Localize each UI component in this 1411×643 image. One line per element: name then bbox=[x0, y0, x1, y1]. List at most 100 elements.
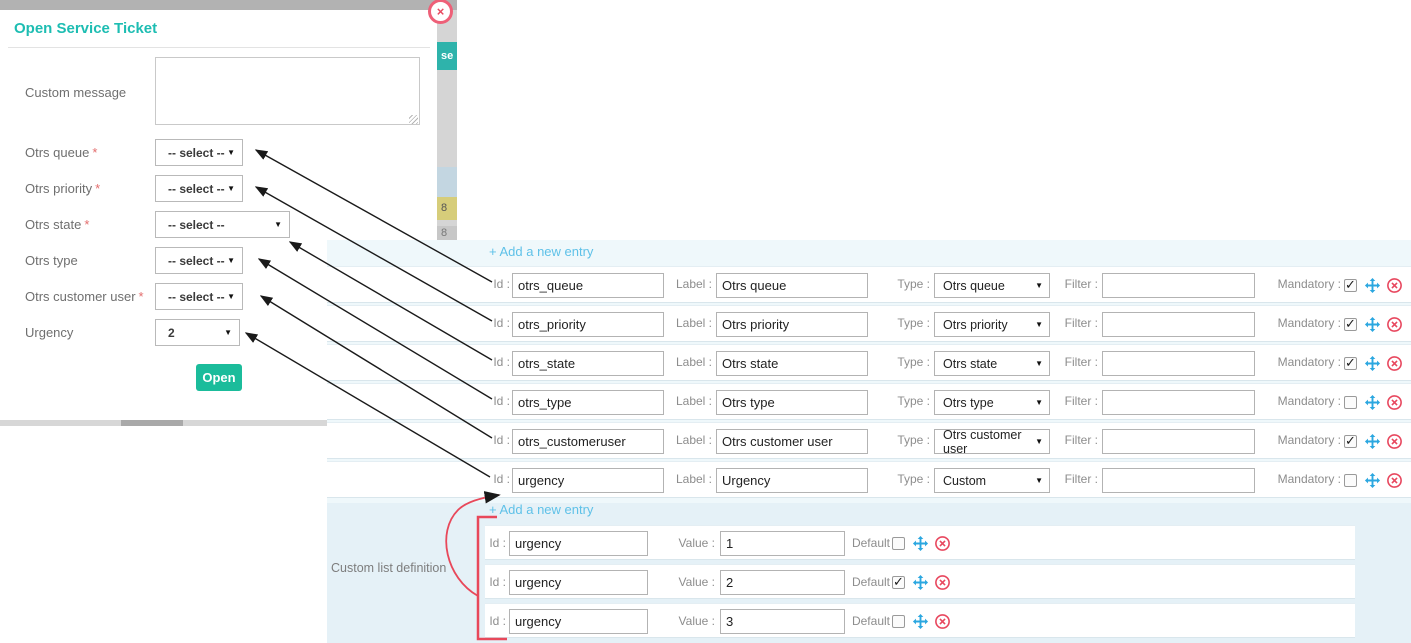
add-entry-link[interactable]: + Add a new entry bbox=[489, 244, 593, 259]
urgency-select[interactable]: 2▼ bbox=[155, 319, 240, 346]
field-label: Label : bbox=[668, 423, 712, 458]
delete-button[interactable] bbox=[1386, 472, 1403, 489]
checkbox[interactable] bbox=[892, 615, 905, 628]
field-label: Mandatory : bbox=[1263, 384, 1341, 419]
delete-button[interactable] bbox=[934, 613, 951, 630]
add-entry-link[interactable]: + Add a new entry bbox=[489, 502, 593, 517]
text-input[interactable] bbox=[716, 468, 868, 493]
background-table-cell bbox=[437, 167, 457, 197]
type-select[interactable]: Otrs type▼ bbox=[934, 390, 1050, 415]
checkbox[interactable] bbox=[892, 537, 905, 550]
otrs-type-select[interactable]: -- select --▼ bbox=[155, 247, 243, 274]
otrs-customer-user-select[interactable]: -- select --▼ bbox=[155, 283, 243, 310]
delete-button[interactable] bbox=[1386, 433, 1403, 450]
move-button[interactable] bbox=[1364, 394, 1381, 411]
text-input[interactable] bbox=[1102, 273, 1255, 298]
text-input[interactable] bbox=[512, 429, 664, 454]
type-select[interactable]: Otrs priority▼ bbox=[934, 312, 1050, 337]
required-asterisk: * bbox=[84, 217, 89, 232]
text-input[interactable] bbox=[512, 390, 664, 415]
field-label: Type : bbox=[890, 345, 930, 380]
checkbox[interactable] bbox=[1344, 396, 1357, 409]
text-input[interactable] bbox=[716, 273, 868, 298]
text-input[interactable] bbox=[509, 609, 648, 634]
move-button[interactable] bbox=[1364, 355, 1381, 372]
move-button[interactable] bbox=[1364, 316, 1381, 333]
text-input[interactable] bbox=[512, 312, 664, 337]
text-input[interactable] bbox=[716, 429, 868, 454]
delete-button[interactable] bbox=[1386, 355, 1403, 372]
move-button[interactable] bbox=[912, 535, 929, 552]
text-input[interactable] bbox=[512, 468, 664, 493]
chevron-down-icon: ▼ bbox=[227, 256, 235, 265]
open-button[interactable]: Open bbox=[196, 364, 242, 391]
chevron-down-icon: ▼ bbox=[1035, 398, 1043, 407]
field-label: Id : bbox=[486, 267, 510, 302]
field-label: Type : bbox=[890, 267, 930, 302]
chevron-down-icon: ▼ bbox=[1035, 359, 1043, 368]
otrs-type-label: Otrs type bbox=[25, 253, 78, 268]
move-icon bbox=[1364, 277, 1381, 294]
checkbox[interactable]: ✓ bbox=[1344, 435, 1357, 448]
text-input[interactable] bbox=[512, 273, 664, 298]
text-input[interactable] bbox=[509, 531, 648, 556]
field-label: Id : bbox=[488, 526, 506, 561]
field-label: Value : bbox=[673, 526, 715, 561]
field-label: Filter : bbox=[1056, 345, 1098, 380]
field-label: Filter : bbox=[1056, 423, 1098, 458]
delete-button[interactable] bbox=[1386, 277, 1403, 294]
text-input[interactable] bbox=[509, 570, 648, 595]
text-input[interactable] bbox=[1102, 429, 1255, 454]
text-input[interactable] bbox=[716, 312, 868, 337]
required-asterisk: * bbox=[92, 145, 97, 160]
field-label: Filter : bbox=[1056, 384, 1098, 419]
type-select[interactable]: Otrs queue▼ bbox=[934, 273, 1050, 298]
custom-list-row: Id :Value :Default : bbox=[485, 603, 1355, 638]
custom-message-textarea[interactable] bbox=[155, 57, 420, 125]
move-button[interactable] bbox=[1364, 472, 1381, 489]
type-select[interactable]: Custom▼ bbox=[934, 468, 1050, 493]
text-input[interactable] bbox=[1102, 390, 1255, 415]
move-button[interactable] bbox=[912, 574, 929, 591]
text-input[interactable] bbox=[1102, 312, 1255, 337]
field-label: Mandatory : bbox=[1263, 345, 1341, 380]
scrollbar-thumb[interactable] bbox=[121, 420, 183, 426]
text-input[interactable] bbox=[716, 351, 868, 376]
move-button[interactable] bbox=[1364, 277, 1381, 294]
text-input[interactable] bbox=[720, 531, 845, 556]
otrs-priority-select[interactable]: -- select --▼ bbox=[155, 175, 243, 202]
text-input[interactable] bbox=[716, 390, 868, 415]
text-input[interactable] bbox=[512, 351, 664, 376]
delete-button[interactable] bbox=[1386, 316, 1403, 333]
delete-button[interactable] bbox=[1386, 394, 1403, 411]
horizontal-scrollbar[interactable] bbox=[0, 420, 327, 426]
otrs-queue-select[interactable]: -- select --▼ bbox=[155, 139, 243, 166]
delete-button[interactable] bbox=[934, 535, 951, 552]
text-input[interactable] bbox=[720, 609, 845, 634]
move-button[interactable] bbox=[1364, 433, 1381, 450]
checkbox[interactable]: ✓ bbox=[1344, 279, 1357, 292]
urgency-label: Urgency bbox=[25, 325, 73, 340]
type-select[interactable]: Otrs state▼ bbox=[934, 351, 1050, 376]
move-icon bbox=[912, 613, 929, 630]
chevron-down-icon: ▼ bbox=[1035, 476, 1043, 485]
text-input[interactable] bbox=[1102, 351, 1255, 376]
text-input[interactable] bbox=[720, 570, 845, 595]
move-button[interactable] bbox=[912, 613, 929, 630]
delete-button[interactable] bbox=[934, 574, 951, 591]
text-input[interactable] bbox=[1102, 468, 1255, 493]
required-asterisk: * bbox=[139, 289, 144, 304]
close-icon[interactable]: × bbox=[428, 0, 453, 24]
delete-icon bbox=[1386, 472, 1403, 489]
delete-icon bbox=[1386, 277, 1403, 294]
field-label: Type : bbox=[890, 306, 930, 341]
type-select[interactable]: Otrs customer user▼ bbox=[934, 429, 1050, 454]
checkbox[interactable]: ✓ bbox=[1344, 357, 1357, 370]
resize-grip-icon[interactable] bbox=[409, 115, 418, 124]
checkbox[interactable]: ✓ bbox=[892, 576, 905, 589]
otrs-state-select[interactable]: -- select --▼ bbox=[155, 211, 290, 238]
checkbox[interactable]: ✓ bbox=[1344, 318, 1357, 331]
window-top-bar bbox=[0, 0, 457, 10]
checkbox[interactable] bbox=[1344, 474, 1357, 487]
move-icon bbox=[912, 535, 929, 552]
